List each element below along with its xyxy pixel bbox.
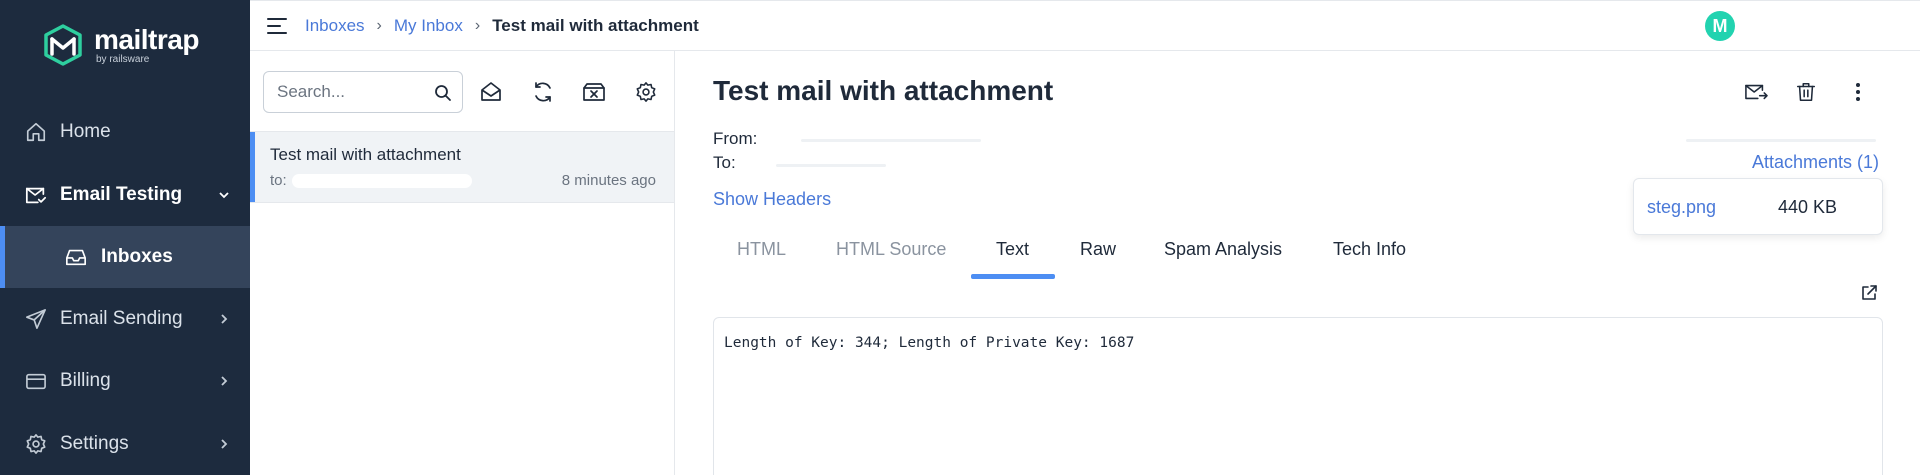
message-body: Length of Key: 344; Length of Private Ke…	[713, 317, 1883, 475]
mailtrap-logo-icon	[44, 24, 82, 66]
redacted-recipient	[292, 174, 472, 188]
top-bar: Inboxes › My Inbox › Test mail with atta…	[250, 0, 1920, 51]
home-icon	[24, 120, 48, 144]
gear-icon	[24, 432, 48, 456]
sidebar-item-label: Home	[60, 121, 111, 142]
selected-tab-indicator	[971, 274, 1055, 279]
logo-byline: by railsware	[96, 53, 150, 65]
breadcrumb-separator-icon: ›	[376, 17, 382, 34]
open-external-icon[interactable]	[1860, 284, 1878, 302]
chevron-right-icon	[218, 375, 230, 387]
redacted-date	[1686, 139, 1876, 142]
message-title: Test mail with attachment	[713, 75, 1054, 106]
avatar[interactable]: M	[1705, 11, 1735, 41]
sidebar-item-label: Settings	[60, 433, 129, 454]
mark-all-read-icon[interactable]	[478, 79, 504, 105]
tab-tech-info[interactable]: Tech Info	[1333, 239, 1406, 260]
clear-inbox-icon[interactable]	[581, 79, 607, 105]
forward-mail-icon[interactable]	[1742, 78, 1770, 106]
sidebar-item-email-testing[interactable]: Email Testing	[0, 164, 250, 226]
sidebar-item-home[interactable]: Home	[0, 101, 250, 163]
message-body-text: Length of Key: 344; Length of Private Ke…	[724, 335, 1135, 351]
mailtrap-logo[interactable]: mailtrap by railsware	[42, 24, 199, 66]
chevron-down-icon	[218, 189, 230, 201]
breadcrumb-my-inbox[interactable]: My Inbox	[394, 16, 463, 36]
tab-text[interactable]: Text	[996, 239, 1029, 260]
sidebar-item-settings[interactable]: Settings	[0, 413, 250, 475]
attachment-name[interactable]: steg.png	[1647, 197, 1716, 218]
tab-raw[interactable]: Raw	[1080, 239, 1116, 260]
chevron-right-icon	[218, 438, 230, 450]
message-list-panel: Test mail with attachment to: 8 minutes …	[250, 51, 675, 475]
search-icon[interactable]	[434, 84, 452, 102]
show-headers-link[interactable]: Show Headers	[713, 189, 831, 210]
sidebar-item-billing[interactable]: Billing	[0, 350, 250, 412]
attachment-size: 440 KB	[1778, 197, 1838, 217]
credit-card-icon	[24, 369, 48, 393]
inbox-settings-gear-icon[interactable]	[633, 79, 659, 105]
sidebar-item-label: Email Sending	[60, 308, 183, 329]
attachment-card: steg.png 440 KB	[1633, 178, 1883, 235]
breadcrumb-current: Test mail with attachment	[492, 16, 699, 35]
to-label: To:	[713, 153, 736, 172]
sidebar-item-label: Inboxes	[101, 246, 173, 267]
chevron-right-icon	[218, 313, 230, 325]
tab-spam-analysis[interactable]: Spam Analysis	[1164, 239, 1282, 260]
sidebar-item-email-sending[interactable]: Email Sending	[0, 288, 250, 350]
message-time: 8 minutes ago	[561, 172, 656, 189]
logo-name: mailtrap	[94, 23, 199, 55]
sidebar-item-inboxes[interactable]: Inboxes	[0, 226, 250, 288]
message-view: Test mail with attachment From: To: Show…	[676, 51, 1920, 475]
refresh-icon[interactable]	[530, 79, 556, 105]
from-label: From:	[713, 129, 758, 148]
breadcrumb-separator-icon: ›	[474, 17, 481, 34]
breadcrumb-inboxes[interactable]: Inboxes	[305, 16, 365, 36]
message-subject: Test mail with attachment	[270, 145, 461, 164]
sidebar-item-label: Billing	[60, 370, 111, 391]
inbox-icon	[64, 245, 88, 269]
tab-html[interactable]: HTML	[737, 239, 786, 260]
divider	[250, 202, 675, 203]
more-vertical-icon[interactable]	[1844, 78, 1872, 106]
message-to-label: to:	[270, 172, 287, 189]
sidebar-item-label: Email Testing	[60, 184, 183, 205]
breadcrumb: Inboxes › My Inbox › Test mail with atta…	[305, 16, 699, 36]
menu-toggle-icon[interactable]	[266, 16, 288, 36]
list-item[interactable]: Test mail with attachment to: 8 minutes …	[250, 132, 674, 202]
sidebar: mailtrap by railsware Home Email Testing…	[0, 0, 250, 475]
search-input[interactable]	[277, 82, 427, 102]
tab-html-source[interactable]: HTML Source	[836, 239, 946, 260]
envelope-check-icon	[24, 183, 48, 207]
redacted-recipient	[776, 164, 886, 167]
attachments-link[interactable]: Attachments (1)	[1752, 152, 1879, 173]
paper-plane-icon	[24, 307, 48, 331]
redacted-sender	[801, 139, 981, 142]
trash-icon[interactable]	[1792, 78, 1820, 106]
search-box	[263, 71, 463, 113]
